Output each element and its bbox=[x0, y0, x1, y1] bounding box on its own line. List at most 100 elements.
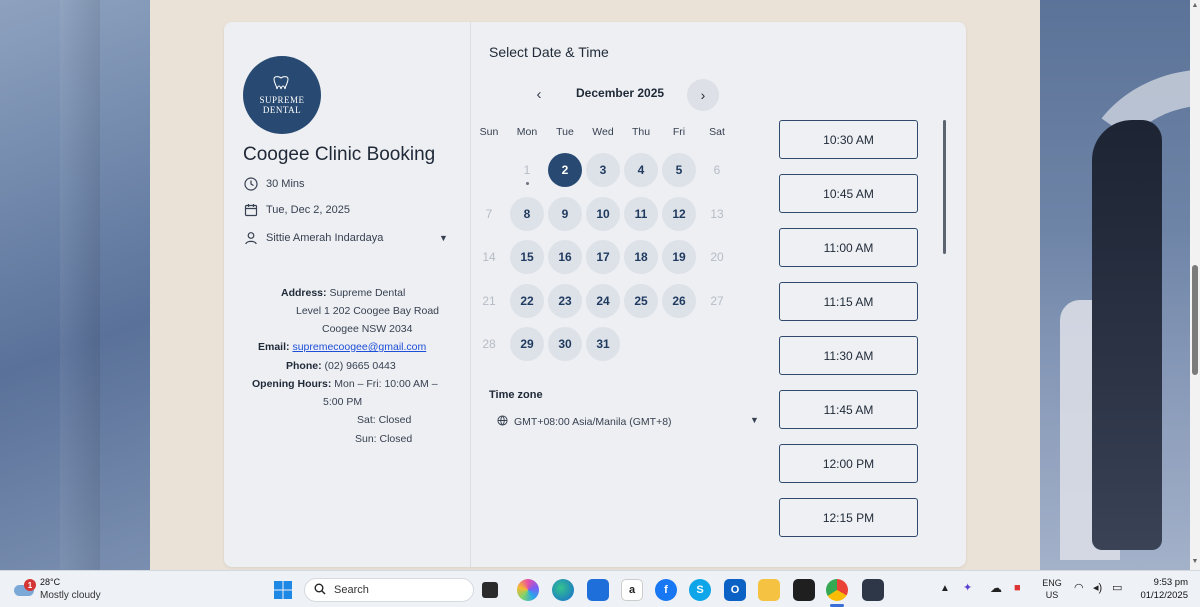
volume-icon[interactable]: ◂) bbox=[1093, 582, 1102, 594]
page-scrollbar[interactable]: ▲ ▼ bbox=[1190, 0, 1200, 570]
email-link[interactable]: supremecoogee@gmail.com bbox=[292, 341, 426, 353]
copilot-tray-icon[interactable]: ✦ bbox=[963, 582, 972, 594]
weekday-label: Tue bbox=[556, 126, 574, 138]
calendar-day[interactable]: 3 bbox=[586, 153, 620, 187]
time-slot-button[interactable]: 10:30 AM bbox=[779, 120, 918, 159]
timezone-select[interactable]: GMT+08:00 Asia/Manila (GMT+8) ▼ bbox=[497, 414, 761, 430]
battery-icon[interactable]: ▭ bbox=[1112, 582, 1122, 594]
calendar-day[interactable]: 8 bbox=[510, 197, 544, 231]
calendar-day[interactable]: 18 bbox=[624, 240, 658, 274]
calendar-day[interactable]: 22 bbox=[510, 284, 544, 318]
timezone-label: Time zone bbox=[489, 389, 543, 401]
file-explorer-icon[interactable] bbox=[758, 579, 780, 601]
calendar-day[interactable]: 11 bbox=[624, 197, 658, 231]
person-icon bbox=[243, 230, 258, 245]
notification-badge: 1 bbox=[24, 579, 36, 591]
time-slot-button[interactable]: 11:15 AM bbox=[779, 282, 918, 321]
weather-widget[interactable]: 1 28°C Mostly cloudy bbox=[14, 576, 134, 604]
hours-saturday: Sat: Closed bbox=[357, 414, 412, 426]
calendar-day[interactable]: 23 bbox=[548, 284, 582, 318]
taskbar: 1 28°C Mostly cloudy Search a f S O ▲ ✦ … bbox=[0, 570, 1200, 607]
time-slot-button[interactable]: 11:00 AM bbox=[779, 228, 918, 267]
security-icon[interactable]: ■ bbox=[1014, 582, 1021, 594]
calendar-day[interactable]: 30 bbox=[548, 327, 582, 361]
calendar-day[interactable]: 24 bbox=[586, 284, 620, 318]
taskbar-search[interactable]: Search bbox=[304, 578, 474, 602]
timezone-value: GMT+08:00 Asia/Manila (GMT+8) bbox=[514, 416, 672, 428]
cloud-icon: 1 bbox=[14, 579, 36, 597]
skype-icon[interactable]: S bbox=[689, 579, 711, 601]
calendar-day[interactable]: 10 bbox=[586, 197, 620, 231]
search-icon bbox=[314, 583, 326, 598]
duration-text: 30 Mins bbox=[266, 177, 305, 190]
staff-select[interactable]: Sittie Amerah Indardaya ▼ bbox=[243, 230, 453, 245]
month-navigation: ‹ December 2025 › bbox=[530, 79, 720, 111]
calendar-day[interactable]: 12 bbox=[662, 197, 696, 231]
calendar-day[interactable]: 9 bbox=[548, 197, 582, 231]
system-clock[interactable]: 9:53 pm 01/12/2025 bbox=[1128, 576, 1188, 602]
task-view-icon[interactable] bbox=[482, 582, 498, 598]
calendar-day: 6 bbox=[713, 163, 721, 177]
email-label: Email: bbox=[258, 341, 290, 353]
outlook-icon[interactable]: O bbox=[724, 579, 746, 601]
time-slot-button[interactable]: 11:30 AM bbox=[779, 336, 918, 375]
chrome-icon[interactable] bbox=[826, 579, 848, 601]
calendar-day: 20 bbox=[710, 250, 724, 264]
sticky-notes-icon[interactable] bbox=[793, 579, 815, 601]
calendar-day: 13 bbox=[710, 207, 724, 221]
calendar-day[interactable]: 26 bbox=[662, 284, 696, 318]
calendar-day[interactable]: 16 bbox=[548, 240, 582, 274]
wifi-icon[interactable]: ◠ bbox=[1074, 582, 1084, 594]
calendar-day[interactable]: 19 bbox=[662, 240, 696, 274]
phone-number: (02) 9665 0443 bbox=[324, 360, 396, 372]
logo-text-line2: DENTAL bbox=[262, 104, 302, 115]
clock-icon bbox=[243, 176, 258, 191]
prev-month-button[interactable]: ‹ bbox=[530, 86, 548, 103]
app-icon[interactable] bbox=[862, 579, 884, 601]
calendar-icon bbox=[243, 202, 258, 217]
time-slot-button[interactable]: 12:00 PM bbox=[779, 444, 918, 483]
today-indicator bbox=[525, 182, 529, 185]
calendar-day[interactable]: 5 bbox=[662, 153, 696, 187]
keyboard-layout: US bbox=[1045, 590, 1059, 600]
background-photo-left bbox=[0, 0, 150, 570]
time-slot-button[interactable]: 10:45 AM bbox=[779, 174, 918, 213]
chevron-up-icon[interactable]: ▲ bbox=[940, 583, 950, 595]
time-slot-button[interactable]: 11:45 AM bbox=[779, 390, 918, 429]
globe-icon bbox=[497, 415, 508, 429]
calendar-day[interactable]: 15 bbox=[510, 240, 544, 274]
calendar-day[interactable]: 25 bbox=[624, 284, 658, 318]
chevron-right-icon: › bbox=[700, 87, 706, 103]
hours-weekdays: Mon – Fri: 10:00 AM – bbox=[334, 378, 438, 390]
booking-details-pane: SUPREME DENTAL Coogee Clinic Booking 30 … bbox=[224, 22, 471, 567]
address-line3: Coogee NSW 2034 bbox=[322, 323, 413, 335]
edge-icon[interactable] bbox=[552, 579, 574, 601]
store-icon[interactable] bbox=[587, 579, 609, 601]
next-month-button[interactable]: › bbox=[687, 79, 719, 111]
amazon-icon[interactable]: a bbox=[621, 579, 643, 601]
page-scrollbar-thumb[interactable] bbox=[1192, 265, 1198, 375]
windows-start-icon[interactable] bbox=[272, 579, 294, 601]
calendar-day: 14 bbox=[482, 250, 496, 264]
page-title: Coogee Clinic Booking bbox=[243, 144, 436, 165]
copilot-icon[interactable] bbox=[517, 579, 539, 601]
time-slot-scrollbar[interactable] bbox=[943, 120, 946, 254]
weather-desc: Mostly cloudy bbox=[40, 590, 101, 601]
weekday-label: Fri bbox=[672, 126, 686, 138]
language-indicator[interactable]: ENG US bbox=[1040, 577, 1064, 601]
chevron-down-icon: ▼ bbox=[750, 415, 759, 425]
address-label: Address: bbox=[281, 287, 327, 299]
onedrive-icon[interactable]: ☁ bbox=[990, 582, 1002, 594]
calendar-day[interactable]: 4 bbox=[624, 153, 658, 187]
calendar-day[interactable]: 29 bbox=[510, 327, 544, 361]
calendar-day-selected[interactable]: 2 bbox=[548, 153, 582, 187]
calendar-day[interactable]: 31 bbox=[586, 327, 620, 361]
chevron-left-icon: ‹ bbox=[536, 85, 542, 103]
facebook-icon[interactable]: f bbox=[655, 579, 677, 601]
month-label: December 2025 bbox=[576, 86, 665, 100]
language-code: ENG bbox=[1042, 578, 1062, 588]
section-title: Select Date & Time bbox=[489, 44, 609, 60]
time-slot-button[interactable]: 12:15 PM bbox=[779, 498, 918, 537]
search-placeholder: Search bbox=[334, 584, 369, 596]
calendar-day[interactable]: 17 bbox=[586, 240, 620, 274]
